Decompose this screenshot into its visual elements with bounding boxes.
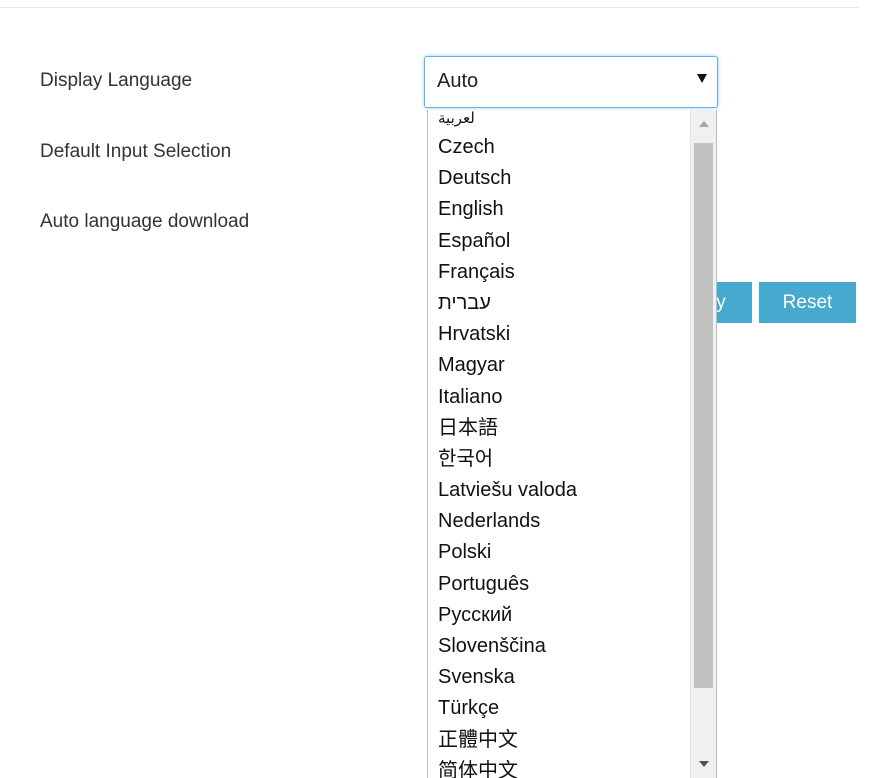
language-options: لعربية Czech Deutsch English Español Fra… xyxy=(428,110,690,778)
reset-button[interactable]: Reset xyxy=(759,282,856,323)
language-option[interactable]: Español xyxy=(428,226,690,257)
language-option[interactable]: Polski xyxy=(428,537,690,568)
language-option[interactable]: Magyar xyxy=(428,350,690,381)
language-option[interactable]: لعربية xyxy=(428,110,690,132)
scrollbar-thumb[interactable] xyxy=(694,143,713,688)
display-language-select[interactable]: Auto xyxy=(424,56,718,108)
language-option[interactable]: עברית xyxy=(428,288,690,319)
language-option[interactable]: Svenska xyxy=(428,662,690,693)
language-option[interactable]: Czech xyxy=(428,132,690,163)
language-option[interactable]: 正體中文 xyxy=(428,725,690,756)
language-option[interactable]: 简体中文 xyxy=(428,756,690,778)
language-option[interactable]: Русский xyxy=(428,600,690,631)
language-dropdown-list[interactable]: لعربية Czech Deutsch English Español Fra… xyxy=(427,110,717,778)
default-input-selection-label: Default Input Selection xyxy=(40,141,232,162)
language-option[interactable]: Português xyxy=(428,569,690,600)
chevron-down-icon xyxy=(697,74,707,83)
display-language-selected-value: Auto xyxy=(437,70,479,92)
scroll-down-arrow-icon[interactable] xyxy=(691,750,716,778)
language-option[interactable]: Italiano xyxy=(428,382,690,413)
language-option[interactable]: Slovenščina xyxy=(428,631,690,662)
language-option[interactable]: 日本語 xyxy=(428,413,690,444)
language-option[interactable]: Français xyxy=(428,257,690,288)
dropdown-scrollbar[interactable] xyxy=(690,110,716,778)
language-option[interactable]: Hrvatski xyxy=(428,319,690,350)
language-option[interactable]: Latviešu valoda xyxy=(428,475,690,506)
apply-button-label: y xyxy=(716,292,726,313)
reset-button-label: Reset xyxy=(782,292,833,313)
language-option[interactable]: Türkçe xyxy=(428,693,690,724)
language-option[interactable]: Nederlands xyxy=(428,506,690,537)
auto-language-download-label: Auto language download xyxy=(40,211,250,232)
settings-page: Display Language Default Input Selection… xyxy=(0,0,878,778)
language-option[interactable]: 한국어 xyxy=(428,444,690,475)
scroll-up-arrow-icon[interactable] xyxy=(691,110,716,138)
display-language-label: Display Language xyxy=(40,70,193,91)
language-option[interactable]: Deutsch xyxy=(428,163,690,194)
language-option[interactable]: English xyxy=(428,194,690,225)
section-divider xyxy=(0,7,858,8)
